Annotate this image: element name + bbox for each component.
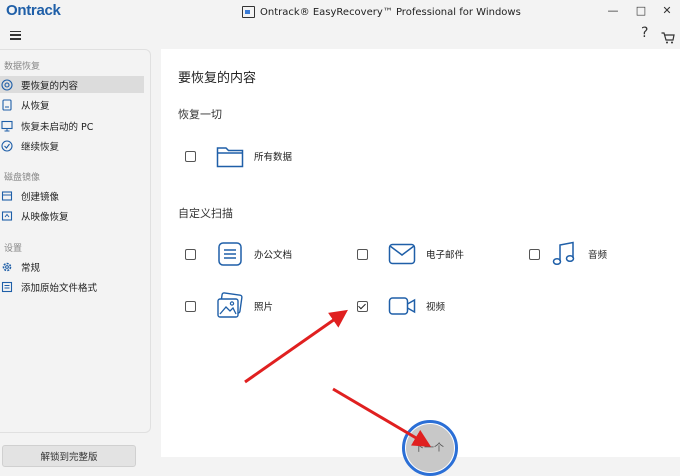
all-data-checkbox[interactable] — [185, 150, 196, 162]
option-photos[interactable]: 照片 — [185, 292, 273, 320]
help-icon[interactable]: ? — [641, 25, 648, 41]
video-icon — [388, 292, 416, 320]
music-icon — [550, 240, 578, 268]
sidebar-item-label: 要恢复的内容 — [21, 80, 79, 92]
option-email[interactable]: 电子邮件 — [357, 240, 464, 268]
next-button-label: 下一个 — [414, 443, 444, 454]
gear-icon — [0, 260, 13, 273]
sidebar-item-label: 添加原始文件格式 — [21, 282, 98, 294]
sidebar-item-resume-recovery[interactable]: 继续恢复 — [0, 137, 144, 154]
option-audio[interactable]: 音频 — [529, 240, 607, 268]
minimize-button[interactable]: — — [606, 4, 620, 17]
resume-icon — [0, 139, 13, 152]
drive-icon — [0, 98, 13, 111]
window-title: Ontrack® EasyRecovery™ Professional for … — [242, 6, 521, 18]
title-bar: Ontrack Ontrack® EasyRecovery™ Professio… — [0, 0, 680, 24]
email-icon — [388, 240, 416, 268]
sidebar-item-label: 从恢复 — [21, 100, 50, 112]
option-office-documents[interactable]: 办公文档 — [185, 240, 292, 268]
sidebar-item-recover-from[interactable]: 从恢复 — [0, 96, 144, 113]
image-restore-icon — [0, 209, 13, 222]
cart-icon[interactable] — [661, 29, 675, 48]
sidebar-section-header: 设置 — [4, 244, 23, 254]
option-video[interactable]: 视频 — [357, 292, 445, 320]
monitor-icon — [0, 119, 13, 132]
unlock-full-version-button[interactable]: 解锁到完整版 — [2, 445, 136, 467]
sidebar-item-add-raw-file-format[interactable]: 添加原始文件格式 — [0, 278, 144, 295]
office-documents-checkbox[interactable] — [185, 248, 196, 260]
audio-checkbox[interactable] — [529, 248, 540, 260]
sidebar-item-recover-from-image[interactable]: 从映像恢复 — [0, 207, 144, 224]
sidebar-item-label: 常规 — [21, 262, 41, 274]
email-checkbox[interactable] — [357, 248, 368, 260]
target-icon — [0, 78, 13, 91]
sidebar-item-what-to-recover[interactable]: 要恢复的内容 — [0, 76, 144, 93]
option-label: 视频 — [426, 302, 446, 313]
option-label: 办公文档 — [254, 250, 293, 261]
close-button[interactable]: ✕ — [660, 4, 674, 17]
option-label: 音频 — [588, 250, 608, 261]
video-checkbox[interactable] — [357, 300, 368, 312]
sidebar-item-create-image[interactable]: 创建镜像 — [0, 187, 144, 204]
sidebar-section-header: 磁盘镜像 — [4, 173, 41, 183]
folder-icon — [216, 142, 244, 170]
sidebar-item-label: 恢复未启动的 PC — [21, 121, 94, 133]
sidebar-item-label: 继续恢复 — [21, 141, 60, 153]
app-logo: Ontrack — [6, 2, 61, 19]
sidebar-item-label: 从映像恢复 — [21, 211, 69, 223]
app-icon — [242, 6, 255, 18]
disk-image-icon — [0, 189, 13, 202]
custom-scan-heading: 自定义扫描 — [178, 207, 233, 220]
file-format-icon — [0, 280, 13, 293]
sidebar-item-label: 创建镜像 — [21, 191, 60, 203]
option-label: 电子邮件 — [426, 250, 465, 261]
option-label: 照片 — [254, 302, 274, 313]
document-icon — [216, 240, 244, 268]
maximize-button[interactable]: □ — [634, 4, 648, 17]
sidebar-item-recover-unbootable-pc[interactable]: 恢复未启动的 PC — [0, 117, 144, 134]
photos-checkbox[interactable] — [185, 300, 196, 312]
restore-all-heading: 恢复一切 — [178, 108, 222, 121]
option-label: 所有数据 — [254, 152, 293, 163]
option-all-data[interactable]: 所有数据 — [185, 142, 292, 170]
sidebar-item-general[interactable]: 常规 — [0, 258, 144, 275]
window-title-text: Ontrack® EasyRecovery™ Professional for … — [260, 6, 521, 18]
sidebar: 数据恢复 要恢复的内容 从恢复 恢复未启动的 PC 继续恢复 磁盘镜像 创建镜像… — [0, 49, 151, 467]
photo-icon — [216, 292, 244, 320]
menu-icon[interactable] — [10, 28, 21, 42]
sidebar-section-header: 数据恢复 — [4, 62, 41, 72]
page-title: 要恢复的内容 — [178, 71, 257, 86]
